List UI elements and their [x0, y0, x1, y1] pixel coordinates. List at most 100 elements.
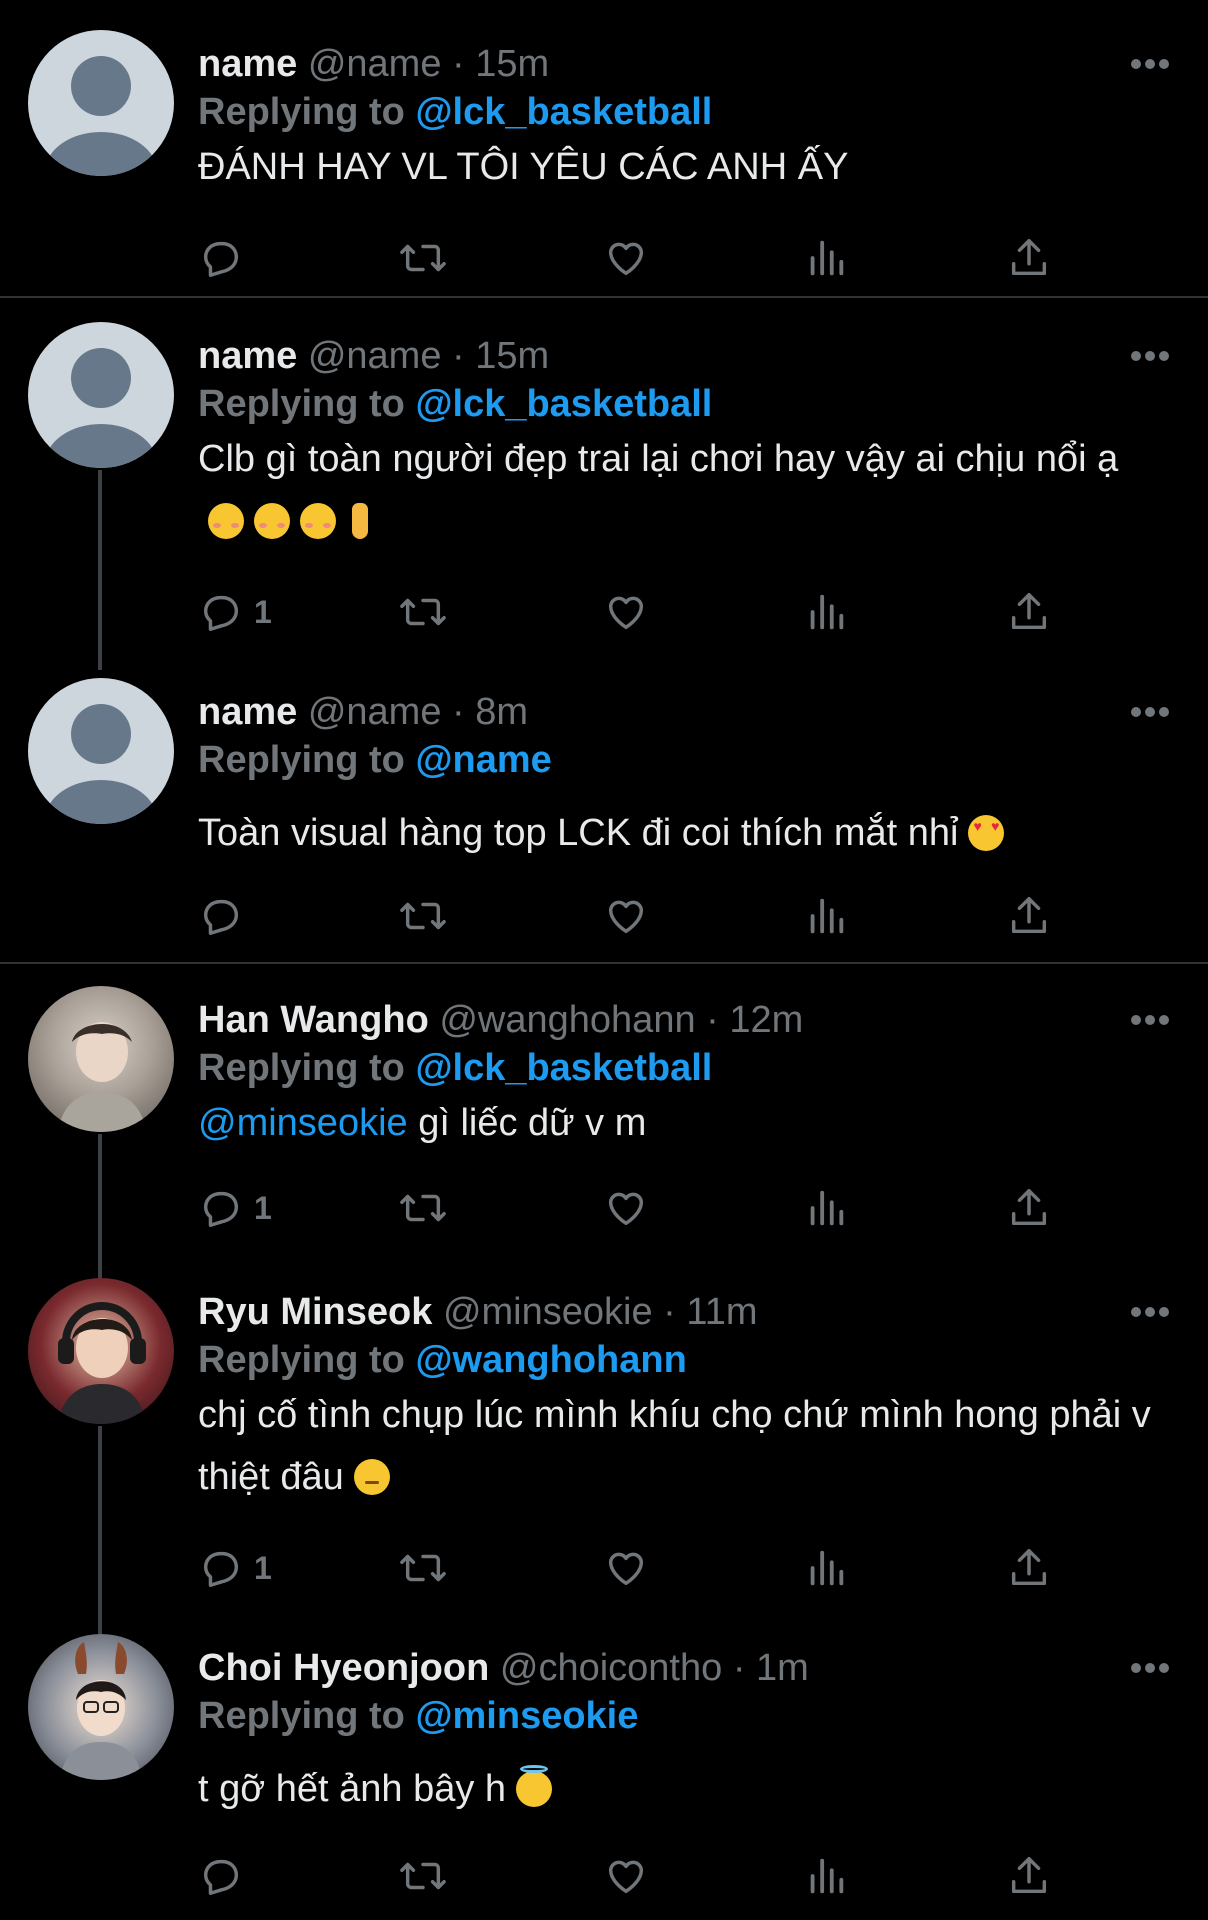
share-icon — [1011, 239, 1047, 276]
views-button[interactable] — [806, 584, 846, 640]
tweet-divider — [0, 962, 1208, 964]
like-button[interactable] — [603, 584, 649, 640]
reply-button[interactable] — [198, 888, 254, 944]
heart-icon — [608, 242, 644, 276]
avatar[interactable] — [28, 678, 174, 824]
retweet-icon — [400, 1194, 446, 1222]
heart-icon — [608, 596, 644, 630]
separator-dot: · — [706, 999, 719, 1041]
replying-to: Replying to @lck_basketball — [198, 378, 712, 430]
retweet-button[interactable] — [398, 888, 448, 944]
reply-icon — [203, 1551, 239, 1587]
share-button[interactable] — [1006, 1180, 1052, 1236]
more-icon[interactable] — [1130, 350, 1170, 362]
avatar[interactable] — [28, 322, 174, 468]
more-icon[interactable] — [1130, 58, 1170, 70]
heart-icon — [608, 1192, 644, 1226]
more-icon[interactable] — [1130, 1306, 1170, 1318]
retweet-button[interactable] — [398, 1180, 448, 1236]
avatar[interactable] — [28, 986, 174, 1132]
tweet-text: Toàn visual hàng top LCK đi coi thích mắ… — [198, 802, 1158, 864]
user-handle[interactable]: @wanghohann — [439, 999, 695, 1041]
avatar[interactable] — [28, 1278, 174, 1424]
timestamp[interactable]: 15m — [475, 43, 549, 85]
reply-icon — [203, 1859, 239, 1895]
like-button[interactable] — [603, 888, 649, 944]
timestamp[interactable]: 11m — [686, 1291, 757, 1333]
share-icon — [1011, 593, 1047, 630]
reply-button[interactable] — [198, 1848, 254, 1904]
user-handle[interactable]: @name — [308, 43, 442, 85]
replying-to-handle[interactable]: @wanghohann — [415, 1339, 686, 1381]
reply-button[interactable]: 1 — [198, 584, 272, 640]
display-name[interactable]: Han Wangho — [198, 999, 429, 1041]
tweet-header: name @name · 15m — [198, 328, 549, 384]
user-handle[interactable]: @name — [308, 691, 442, 733]
more-icon[interactable] — [1130, 1662, 1170, 1674]
display-name[interactable]: Ryu Minseok — [198, 1291, 432, 1333]
action-bar: 1 — [0, 1540, 1208, 1596]
like-button[interactable] — [603, 1180, 649, 1236]
heart-eyes-emoji — [968, 815, 1005, 851]
reply-button[interactable] — [198, 230, 254, 286]
replying-to-label: Replying to — [198, 1339, 405, 1381]
retweet-button[interactable] — [398, 1848, 448, 1904]
views-button[interactable] — [806, 1848, 846, 1904]
reply-button[interactable]: 1 — [198, 1180, 272, 1236]
tweet-text: chj cố tình chụp lúc mình khíu chọ chứ m… — [198, 1384, 1158, 1508]
like-button[interactable] — [603, 1848, 649, 1904]
display-name[interactable]: name — [198, 335, 297, 377]
smiling-face-emoji — [208, 503, 244, 539]
share-button[interactable] — [1006, 584, 1052, 640]
tweet-header: Ryu Minseok @minseokie · 11m — [198, 1284, 758, 1340]
tweet-text-content: chj cố tình chụp lúc mình khíu chọ chứ m… — [198, 1394, 1151, 1498]
mention-link[interactable]: @minseokie — [198, 1102, 408, 1144]
share-button[interactable] — [1006, 230, 1052, 286]
avatar[interactable] — [28, 30, 174, 176]
tweet-text: @minseokie gì liếc dữ v m — [198, 1092, 1158, 1154]
display-name[interactable]: name — [198, 43, 297, 85]
share-button[interactable] — [1006, 888, 1052, 944]
views-button[interactable] — [806, 888, 846, 944]
display-name[interactable]: Choi Hyeonjoon — [198, 1647, 489, 1689]
like-button[interactable] — [603, 1540, 649, 1596]
retweet-button[interactable] — [398, 584, 448, 640]
avatar[interactable] — [28, 1634, 174, 1780]
user-handle[interactable]: @name — [308, 335, 442, 377]
tweet-divider — [0, 296, 1208, 298]
timestamp[interactable]: 8m — [475, 691, 528, 733]
replying-to-handle[interactable]: @lck_basketball — [415, 383, 712, 425]
replying-to-handle[interactable]: @minseokie — [415, 1695, 638, 1737]
timestamp[interactable]: 15m — [475, 335, 549, 377]
replying-to-handle[interactable]: @name — [415, 739, 551, 781]
reply-icon — [203, 595, 239, 631]
replying-to: Replying to @lck_basketball — [198, 1042, 712, 1094]
like-button[interactable] — [603, 230, 649, 286]
analytics-icon — [810, 898, 844, 934]
analytics-icon — [810, 1550, 844, 1586]
retweet-button[interactable] — [398, 1540, 448, 1596]
timestamp[interactable]: 1m — [756, 1647, 809, 1689]
share-button[interactable] — [1006, 1540, 1052, 1596]
share-button[interactable] — [1006, 1848, 1052, 1904]
views-button[interactable] — [806, 1540, 846, 1596]
views-button[interactable] — [806, 230, 846, 286]
display-name[interactable]: name — [198, 691, 297, 733]
separator-dot: · — [732, 1647, 746, 1689]
replying-to-handle[interactable]: @lck_basketball — [415, 91, 712, 133]
timestamp[interactable]: 12m — [729, 999, 803, 1041]
smiling-face-emoji — [254, 503, 290, 539]
more-icon[interactable] — [1130, 1014, 1170, 1026]
retweet-icon — [400, 598, 446, 626]
retweet-button[interactable] — [398, 230, 448, 286]
reply-button[interactable]: 1 — [198, 1540, 272, 1596]
more-icon[interactable] — [1130, 706, 1170, 718]
separator-dot: · — [452, 691, 465, 733]
replying-to-handle[interactable]: @lck_basketball — [415, 1047, 712, 1089]
views-button[interactable] — [806, 1180, 846, 1236]
action-bar — [0, 1848, 1208, 1904]
user-handle[interactable]: @minseokie — [443, 1291, 653, 1333]
action-bar — [0, 230, 1208, 286]
tweet-text-content: Clb gì toàn người đẹp trai lại chơi hay … — [198, 438, 1119, 480]
user-handle[interactable]: @choicontho — [500, 1647, 722, 1689]
